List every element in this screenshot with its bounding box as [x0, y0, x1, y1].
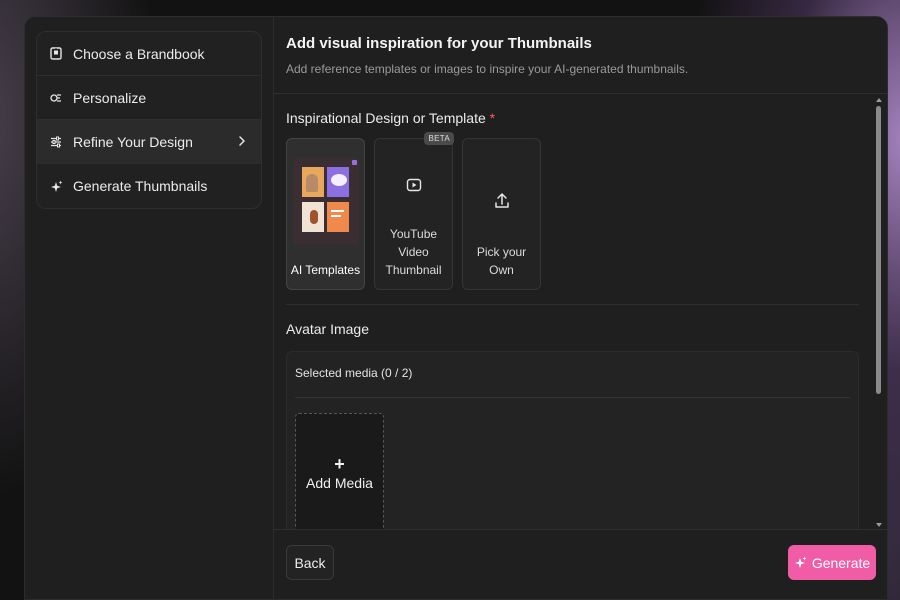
chevron-right-icon [235, 134, 249, 148]
generate-label: Generate [811, 554, 871, 571]
scroll-down-arrow-icon[interactable] [876, 523, 882, 527]
panel-header: Add visual inspiration for your Thumbnai… [274, 17, 887, 94]
step-refine-your-design[interactable]: Refine Your Design [37, 120, 261, 164]
ai-templates-card[interactable]: AI Templates [286, 138, 365, 290]
page-subtitle: Add reference templates or images to ins… [286, 62, 689, 76]
brandbook-icon [49, 47, 63, 61]
card-label: YouTube Video Thumbnail [385, 227, 442, 277]
step-label: Refine Your Design [73, 133, 193, 150]
inspiration-label-text: Inspirational Design or Template [286, 110, 486, 126]
media-divider [295, 397, 850, 398]
card-label: Pick your Own [476, 245, 527, 277]
sparkle-icon [49, 179, 63, 193]
step-generate-thumbnails[interactable]: Generate Thumbnails [37, 164, 261, 208]
sidebar: Choose a Brandbook Personalize Refine Yo… [25, 17, 274, 599]
sparkle-icon [794, 556, 807, 569]
beta-badge: BETA [424, 132, 454, 145]
steps-list: Choose a Brandbook Personalize Refine Yo… [36, 31, 262, 209]
scrollbar-thumb[interactable] [876, 106, 881, 394]
upload-icon [493, 191, 511, 211]
back-button[interactable]: Back [286, 545, 334, 580]
play-icon [405, 176, 423, 194]
step-label: Choose a Brandbook [73, 45, 205, 62]
add-media-label: Add Media [306, 475, 373, 491]
template-preview-image [292, 158, 359, 244]
personalize-icon [49, 91, 63, 105]
scroll-content: Inspirational Design or Template * AI Te… [274, 94, 871, 529]
pick-your-own-card[interactable]: Pick your Own [462, 138, 541, 290]
plus-icon: + [334, 454, 345, 474]
page-title: Add visual inspiration for your Thumbnai… [286, 35, 592, 52]
design-wizard-modal: Choose a Brandbook Personalize Refine Yo… [24, 16, 888, 600]
main-panel: Add visual inspiration for your Thumbnai… [274, 17, 887, 599]
sliders-icon [49, 135, 63, 149]
scroll-up-arrow-icon[interactable] [876, 98, 882, 102]
add-media-button[interactable]: + Add Media [295, 413, 384, 529]
panel-footer: Back Generate [274, 529, 887, 599]
avatar-section-label: Avatar Image [286, 321, 370, 337]
step-label: Generate Thumbnails [73, 178, 208, 194]
card-label: AI Templates [290, 263, 361, 277]
youtube-thumbnail-card[interactable]: BETA YouTube Video Thumbnail [374, 132, 454, 290]
inspiration-section-label: Inspirational Design or Template * [286, 110, 859, 126]
step-label: Personalize [73, 89, 147, 106]
vertical-scrollbar[interactable] [871, 94, 887, 529]
avatar-media-box: Selected media (0 / 2) + Add Media [286, 351, 859, 529]
selected-media-count: Selected media (0 / 2) [295, 366, 413, 380]
step-personalize[interactable]: Personalize [37, 76, 261, 120]
inspiration-options: AI Templates BETA YouTube Video Thumbnai… [286, 132, 859, 290]
step-choose-brandbook[interactable]: Choose a Brandbook [37, 32, 261, 76]
generate-button[interactable]: Generate [788, 545, 876, 580]
section-divider [286, 304, 859, 305]
required-mark: * [489, 110, 496, 126]
